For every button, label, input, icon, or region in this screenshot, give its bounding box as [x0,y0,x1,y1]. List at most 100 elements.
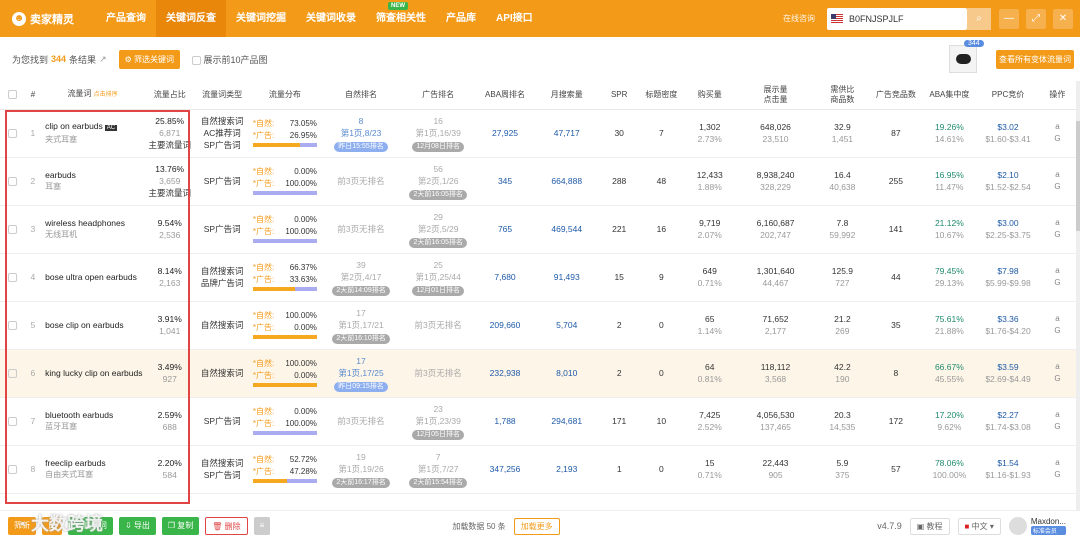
monthly-search-cell[interactable]: 2,193 [534,445,599,494]
col-natural-rank[interactable]: 自然排名 [320,81,402,110]
keyword-cell[interactable]: freeclip earbuds 自由夹式耳塞 [41,445,144,494]
copy-button[interactable]: ❐ 复制 [161,517,200,535]
load-more-button[interactable]: 加载更多 [513,517,560,535]
row-checkbox[interactable] [0,445,25,494]
amazon-icon[interactable]: a [1039,121,1076,133]
monthly-search-cell[interactable]: 91,493 [534,253,599,302]
col-aba-concentration[interactable]: ABA集中度 [921,81,978,110]
rank-number[interactable]: 17 [321,307,401,319]
col-impressions[interactable]: 展示量 点击量 [736,81,815,110]
action-cell[interactable]: aG [1038,157,1076,206]
google-icon[interactable]: G [1039,181,1076,193]
amazon-icon[interactable]: a [1039,457,1076,469]
maximize-button[interactable]: ⤢ [1026,8,1046,29]
keyword-cell[interactable]: earbuds 耳塞 [41,157,144,206]
google-icon[interactable]: G [1039,373,1076,385]
aba-rank-cell[interactable]: 209,660 [475,301,535,350]
show-top10-checkbox[interactable]: 展示前10产品图 [192,53,268,66]
asin-search-input[interactable]: B0FNJSPJLF [827,7,967,30]
row-checkbox[interactable] [0,397,25,446]
google-icon[interactable]: G [1039,469,1076,481]
monthly-search-cell[interactable]: 8,010 [534,349,599,398]
row-checkbox[interactable] [0,349,25,398]
keyword-cell[interactable]: bose clip on earbuds [41,301,144,350]
google-icon[interactable]: G [1039,229,1076,241]
table-row[interactable]: 3 wireless headphones 无线耳机 9.54% 2,536 SP广… [0,205,1076,254]
col-ppc-bid[interactable]: PPC竞价 [977,81,1039,110]
rank-number[interactable]: 39 [321,259,401,271]
amazon-icon[interactable]: a [1039,169,1076,181]
col-spr[interactable]: SPR [598,81,640,110]
rank-number[interactable]: 7 [401,451,475,463]
row-checkbox[interactable] [0,253,25,302]
col-purchases[interactable]: 购买量 [682,81,737,110]
keyword-cell[interactable]: king lucky clip on earbuds [41,349,144,398]
aba-rank-cell[interactable]: 1,788 [475,397,535,446]
action-cell[interactable]: aG [1038,253,1076,302]
nav-item-3[interactable]: 关键词收录 [296,0,366,37]
action-cell[interactable]: aG [1038,109,1076,158]
col-ad-rank[interactable]: 广告排名 [401,81,476,110]
rank-number[interactable]: 8 [321,115,401,127]
action-cell[interactable]: aG [1038,349,1076,398]
monthly-search-cell[interactable]: 664,888 [534,157,599,206]
rank-number[interactable]: 25 [401,259,475,271]
nav-item-5[interactable]: 产品库 [436,0,486,37]
action-cell[interactable]: aG [1038,205,1076,254]
table-row[interactable]: 8 freeclip earbuds 自由夹式耳塞 2.20% 584 自然搜索词 … [0,445,1076,494]
nav-item-0[interactable]: 产品查询 [96,0,156,37]
aba-rank-cell[interactable]: 765 [475,205,535,254]
monthly-search-cell[interactable]: 469,544 [534,205,599,254]
col-aba-rank[interactable]: ABA周排名 [475,81,535,110]
nav-item-4[interactable]: 筛查相关性 NEW [366,0,436,37]
google-icon[interactable]: G [1039,133,1076,145]
amazon-icon[interactable]: a [1039,313,1076,325]
monthly-search-cell[interactable]: 5,704 [534,301,599,350]
aba-rank-cell[interactable]: 347,256 [475,445,535,494]
table-row[interactable]: 6 king lucky clip on earbuds 3.49% 927 自然… [0,349,1076,398]
rank-number[interactable]: 16 [401,115,475,127]
filter-keywords-button[interactable]: ⚙ 筛选关键词 [118,49,181,69]
row-checkbox[interactable] [0,157,25,206]
table-row[interactable]: 7 bluetooth earbuds 蓝牙耳塞 2.59% 688 SP广告词 *… [0,397,1076,446]
keyword-cell[interactable]: wireless headphones 无线耳机 [41,205,144,254]
rank-number[interactable]: 29 [401,211,475,223]
table-row[interactable]: 2 earbuds 耳塞 13.76% 3,659 主要流量词 SP广告词 *自然: 0… [0,157,1076,206]
minimize-button[interactable]: — [999,8,1019,29]
action-cell[interactable]: aG [1038,397,1076,446]
amazon-icon[interactable]: a [1039,217,1076,229]
aba-rank-cell[interactable]: 232,938 [475,349,535,398]
col-supply-demand[interactable]: 需供比 商品数 [814,81,871,110]
settings-small-button[interactable]: ≡ [253,517,271,535]
view-all-variants-button[interactable]: 查看所有变体流量词 [996,50,1074,69]
keyword-cell[interactable]: clip on earbuds AC 夹式耳塞 [41,109,144,158]
amazon-icon[interactable]: a [1039,265,1076,277]
aba-rank-cell[interactable]: 345 [475,157,535,206]
product-thumbnail[interactable] [949,45,977,73]
tutorial-button[interactable]: ▣ 教程 [909,517,950,535]
rank-number[interactable]: 56 [401,163,475,175]
keyword-cell[interactable]: bluetooth earbuds 蓝牙耳塞 [41,397,144,446]
export-button[interactable]: ⇩ 导出 [118,517,156,535]
user-profile[interactable]: Maxdon... 标准会员 [1008,517,1066,535]
action-cell[interactable]: aG [1038,445,1076,494]
col-title-density[interactable]: 标题密度 [639,81,683,110]
language-select[interactable]: ■ 中文 ▾ [957,517,1001,535]
online-consult-link[interactable]: 在线咨询 [783,13,815,24]
monthly-search-cell[interactable]: 294,681 [534,397,599,446]
row-checkbox[interactable] [0,301,25,350]
row-checkbox[interactable] [0,109,25,158]
app-logo[interactable]: ☻ 卖家精灵 [0,11,96,27]
vertical-scrollbar[interactable] [1076,81,1080,510]
rank-number[interactable]: 17 [321,355,401,367]
export-link-icon[interactable]: ↗ [99,54,107,65]
delete-button[interactable]: 🗑 删除 [205,517,248,535]
google-icon[interactable]: G [1039,325,1076,337]
us-flag-icon[interactable] [831,14,843,23]
col-ad-competitors[interactable]: 广告竞品数 [870,81,922,110]
nav-item-6[interactable]: API接口 [486,0,543,37]
action-cell[interactable]: aG [1038,301,1076,350]
rank-number[interactable]: 23 [401,403,475,415]
amazon-icon[interactable]: a [1039,409,1076,421]
col-share[interactable]: 流量占比 [144,81,196,110]
